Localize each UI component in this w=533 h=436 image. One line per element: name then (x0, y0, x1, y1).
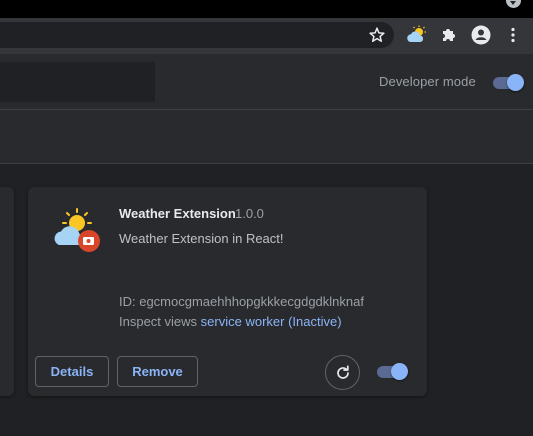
weather-extension-icon (54, 208, 100, 252)
search-extensions-field[interactable] (0, 62, 155, 102)
extension-name: Weather Extension (119, 206, 236, 221)
inspect-views-label: Inspect views (119, 314, 198, 329)
tab-strip (0, 0, 533, 18)
bookmark-star-icon[interactable] (367, 25, 387, 45)
more-menu-icon[interactable] (502, 24, 524, 46)
reload-button[interactable] (325, 355, 360, 390)
profile-icon[interactable] (470, 24, 492, 46)
details-button[interactable]: Details (35, 356, 109, 387)
service-worker-link[interactable]: service worker (Inactive) (201, 314, 342, 329)
developer-mode-label: Developer mode (379, 74, 476, 89)
inspect-views: Inspect views service worker (Inactive) (119, 314, 342, 329)
extensions-header: Developer mode (0, 54, 533, 110)
extension-card: Weather Extension 1.0.0 Weather Extensio… (28, 187, 427, 396)
developer-mode-toggle[interactable] (492, 74, 524, 91)
extension-enable-toggle[interactable] (376, 363, 408, 380)
extension-card-partial (0, 187, 14, 396)
remove-button[interactable]: Remove (117, 356, 198, 387)
weather-extension-toolbar-icon[interactable] (406, 24, 428, 46)
address-bar[interactable] (0, 22, 394, 48)
extension-id: ID: egcmocgmaehhhopgkkkecgdgdklnknaf (119, 294, 364, 309)
extension-description: Weather Extension in React! (119, 231, 284, 246)
browser-toolbar (0, 18, 533, 54)
reload-icon (336, 364, 349, 379)
extension-version: 1.0.0 (235, 206, 264, 221)
developer-toolbar (0, 110, 533, 164)
extensions-puzzle-icon[interactable] (438, 24, 460, 46)
